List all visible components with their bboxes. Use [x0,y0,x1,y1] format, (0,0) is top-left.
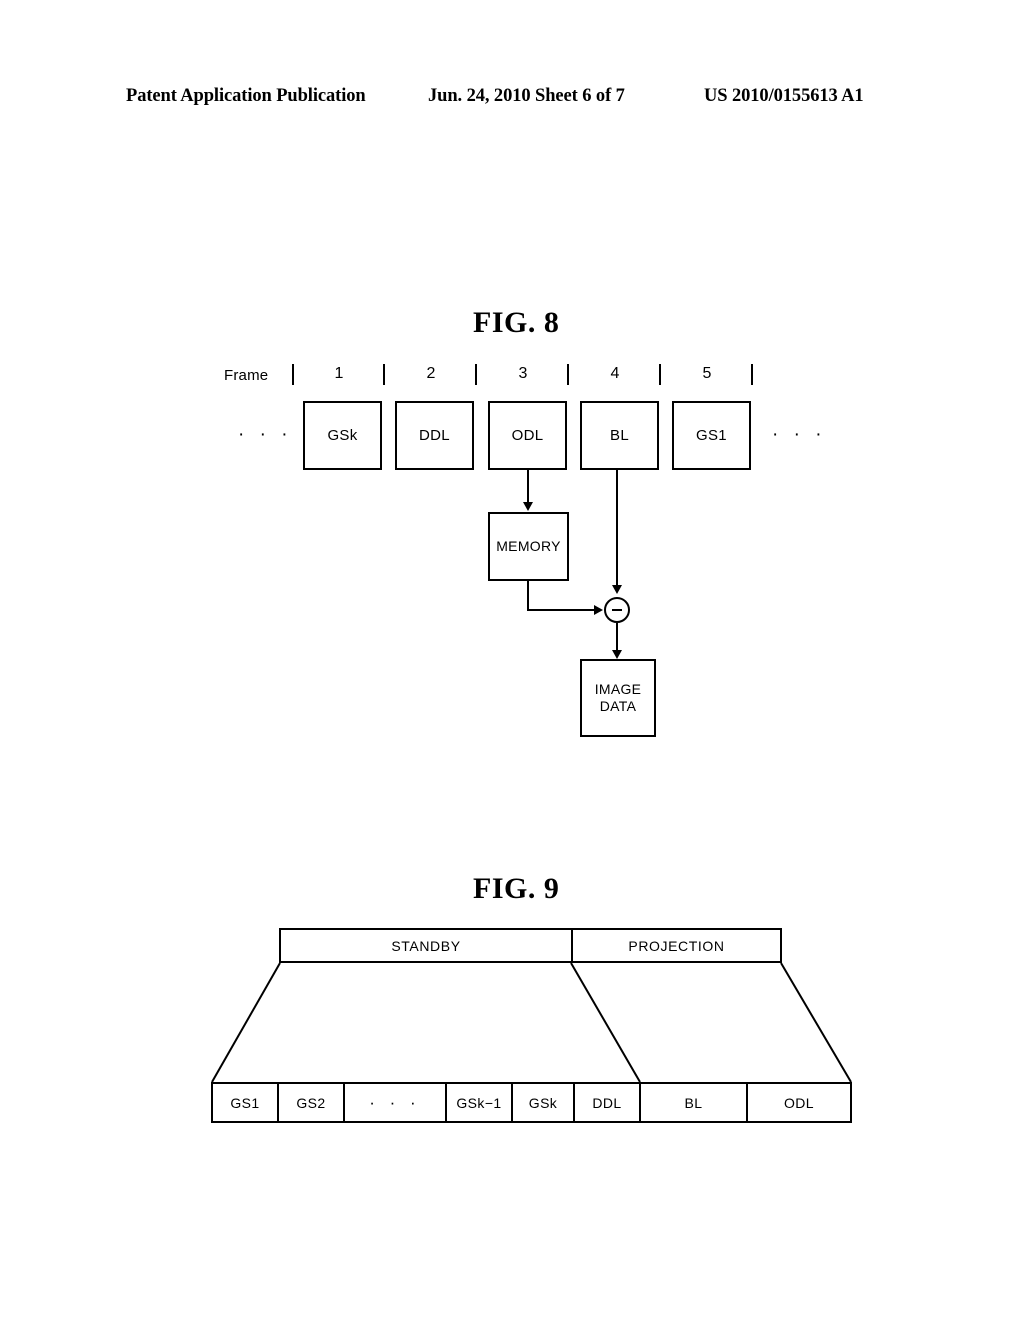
slot-cell-gs2: GS2 [279,1084,345,1121]
slot-cell-gs1: GS1 [213,1084,279,1121]
slot-cell-ddl: DDL [575,1084,641,1121]
slot-cell-gsk: GSk [513,1084,575,1121]
slot-cell-odl: ODL [784,1094,814,1111]
slot-cell-gsk-minus-1: GSk−1 [447,1084,513,1121]
slot-bar: GS1 GS2 · · · GSk−1 GSk DDL BL ODL [211,1082,852,1123]
figure-9: STANDBY PROJECTION GS1 GS2 · · · GSk−1 G… [0,0,1024,1320]
slot-cell-bl: BL [641,1084,748,1121]
slot-cell-ellipsis: · · · [345,1084,447,1121]
